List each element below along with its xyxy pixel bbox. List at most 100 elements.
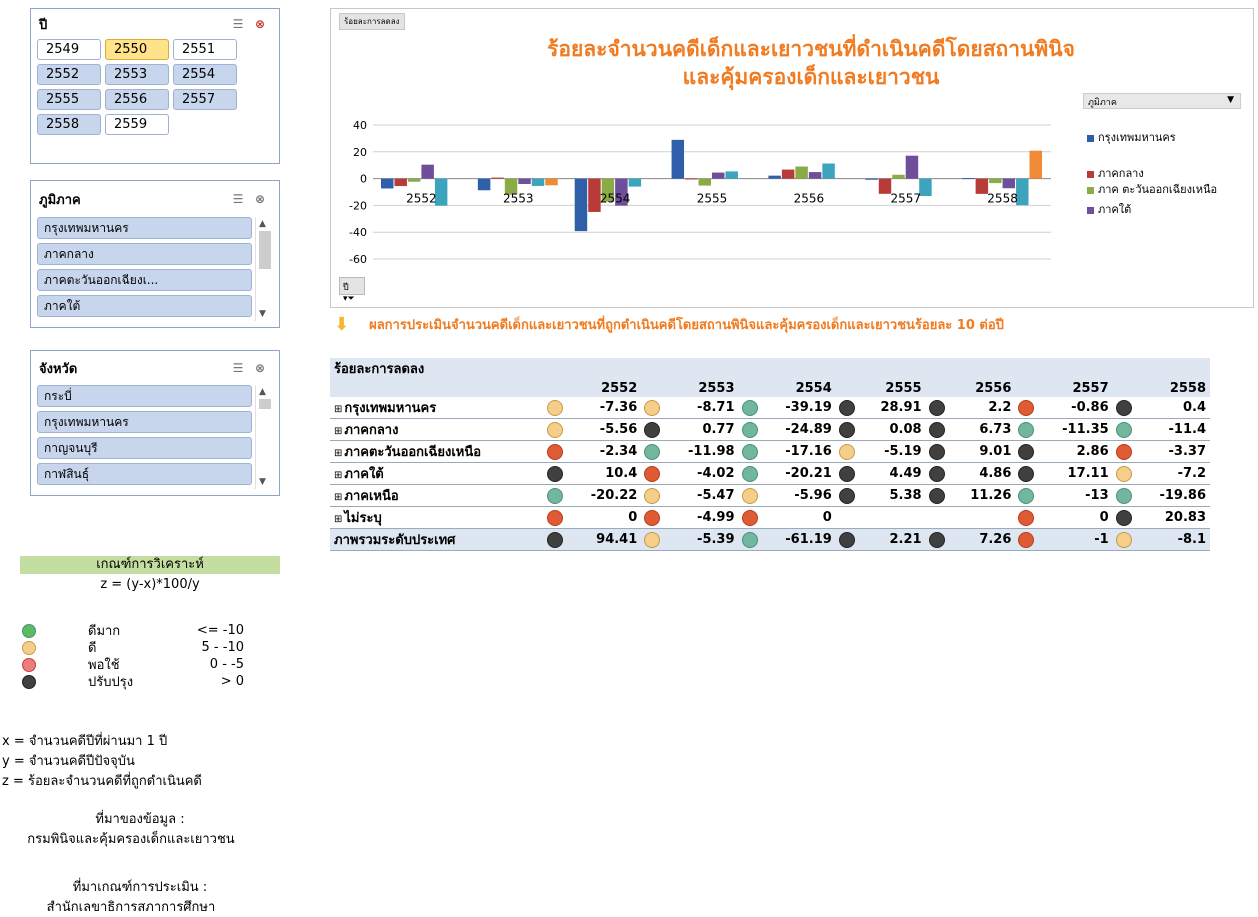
bar-2556-2[interactable] [795, 166, 808, 179]
bar-2558-4[interactable] [1016, 178, 1029, 206]
bar-2558-0[interactable] [962, 178, 975, 180]
bar-2558-3[interactable] [1002, 178, 1016, 189]
expand-icon[interactable]: ⊞ [334, 492, 342, 503]
region-item[interactable]: กรุงเทพมหานคร [37, 217, 252, 239]
cell-value: -11.98 [663, 440, 739, 463]
legend-field-button[interactable]: ภูมิภาค ▼ [1083, 93, 1241, 109]
bar-2555-1[interactable] [685, 178, 698, 180]
bar-2552-4[interactable] [434, 178, 448, 206]
bar-2556-1[interactable] [781, 169, 795, 179]
year-item-2559[interactable]: 2559 [105, 114, 169, 135]
province-scrollbar[interactable]: ▲ ▼ [255, 385, 273, 489]
scroll-thumb[interactable] [259, 231, 271, 269]
bar-2554-1[interactable] [588, 178, 601, 212]
data-source: กรมพินิจและคุ้มครองเด็กและเยาวชน [27, 832, 235, 847]
year-item-2557[interactable]: 2557 [173, 89, 237, 110]
bar-2556-0[interactable] [768, 175, 781, 179]
bar-2555-2[interactable] [698, 178, 711, 186]
bar-2552-2[interactable] [407, 178, 421, 182]
region-item[interactable]: ภาคตะวันออกเฉียงเ... [37, 269, 252, 291]
criteria-source-label: ที่มาเกณฑ์การประเมิน : [72, 880, 208, 895]
cell-value: -0.86 [1037, 397, 1113, 419]
cell-value: 7.26 [947, 528, 1016, 551]
region-item[interactable]: ภาคกลาง [37, 243, 252, 265]
expand-icon[interactable]: ⊞ [334, 470, 342, 481]
multi-select-icon[interactable]: ☰ [227, 361, 249, 375]
expand-icon[interactable]: ⊞ [334, 514, 342, 525]
criteria-source: สำนักเลขาธิการสภาการศึกษา [46, 900, 216, 915]
black-status-icon [838, 465, 855, 482]
scroll-down-icon[interactable]: ▼ [259, 477, 266, 487]
year-item-2552[interactable]: 2552 [37, 64, 101, 85]
bar-2553-4[interactable] [531, 178, 545, 186]
multi-select-icon[interactable]: ☰ [227, 17, 249, 31]
expand-icon[interactable]: ⊞ [334, 426, 342, 437]
year-item-2550[interactable]: 2550 [105, 39, 169, 60]
bar-2557-0[interactable] [865, 178, 878, 180]
bar-2552-3[interactable] [421, 164, 434, 179]
column-header-2556: 2556 [947, 379, 1016, 397]
expand-icon[interactable]: ⊞ [334, 448, 342, 459]
legend-label: กรุงเทพมหานคร [1098, 131, 1176, 144]
scroll-up-icon[interactable]: ▲ [259, 387, 266, 397]
red-status-icon [1018, 509, 1035, 526]
province-item[interactable]: กรุงเทพมหานคร [37, 411, 252, 433]
province-items: กระบี่กรุงเทพมหานครกาญจนบุรีกาฬสินธุ์ [37, 385, 252, 489]
year-item-2553[interactable]: 2553 [105, 64, 169, 85]
year-item-2556[interactable]: 2556 [105, 89, 169, 110]
region-item[interactable]: ภาคใต้ [37, 295, 252, 317]
year-item-2554[interactable]: 2554 [173, 64, 237, 85]
region-slicer: ภูมิภาค ☰ ⊗ กรุงเทพมหานคร ภาคกลาง ภาคตะวัน… [30, 180, 280, 328]
scroll-down-icon[interactable]: ▼ [259, 309, 266, 319]
region-scrollbar[interactable]: ▲ ▼ [255, 217, 273, 321]
clear-filter-icon[interactable]: ⊗ [249, 17, 271, 31]
bar-2553-0[interactable] [477, 178, 491, 191]
year-item-2549[interactable]: 2549 [37, 39, 101, 60]
multi-select-icon[interactable]: ☰ [227, 192, 249, 206]
bar-2557-4[interactable] [919, 178, 932, 197]
black-status-icon [928, 487, 945, 504]
bar-2558-2[interactable] [989, 178, 1002, 184]
province-item[interactable]: กระบี่ [37, 385, 252, 407]
bar-2556-3[interactable] [808, 172, 822, 179]
province-item[interactable]: กาญจนบุรี [37, 437, 252, 459]
scroll-up-icon[interactable]: ▲ [259, 219, 266, 229]
black-status-icon [22, 674, 36, 689]
bar-2557-2[interactable] [892, 174, 905, 179]
year-item-2558[interactable]: 2558 [37, 114, 101, 135]
province-item[interactable]: กาฬสินธุ์ [37, 463, 252, 485]
bar-2558-1[interactable] [975, 178, 989, 194]
bar-2557-1[interactable] [878, 178, 892, 194]
bar-2552-0[interactable] [381, 178, 394, 189]
bar-2555-3[interactable] [712, 172, 725, 179]
row-label: ไม่ระบุ [344, 511, 382, 526]
clear-filter-icon[interactable]: ⊗ [249, 361, 271, 375]
region-items: กรุงเทพมหานครภาคกลางภาคตะวันออกเฉียงเ...… [37, 217, 252, 321]
bar-2553-1[interactable] [491, 177, 504, 179]
legend-item: ภาคใต้ [1083, 203, 1241, 217]
green-status-icon [741, 421, 758, 438]
bar-2556-4[interactable] [822, 163, 835, 179]
bar-2554-0[interactable] [574, 178, 588, 232]
bar-2555-0[interactable] [671, 139, 685, 179]
table-row: ⊞ กรุงเทพมหานคร -7.36 -8.71 -39.19 28.91 2.2 -0… [330, 397, 1210, 419]
green-status-icon [1018, 487, 1035, 504]
year-item-2551[interactable]: 2551 [173, 39, 237, 60]
bar-2552-1[interactable] [394, 178, 407, 187]
green-status-icon [644, 443, 661, 460]
bar-2553-5[interactable] [545, 178, 558, 186]
clear-filter-icon[interactable]: ⊗ [249, 192, 271, 206]
bar-2557-3[interactable] [905, 155, 919, 179]
bar-2554-4[interactable] [628, 178, 642, 187]
dropdown-icon[interactable]: ▼ [1227, 95, 1234, 105]
bar-2555-4[interactable] [725, 171, 738, 179]
bar-2553-3[interactable] [518, 178, 531, 184]
expand-icon[interactable]: ⊞ [334, 404, 342, 415]
pivot-chart[interactable]: ร้อยละการลดลง ร้อยละจำนวนคดีเด็กและเยาวช… [330, 8, 1254, 308]
bar-2558-5[interactable] [1029, 150, 1042, 179]
year-filter-button[interactable]: ปี ▾⏷ [339, 277, 365, 304]
scroll-thumb[interactable] [259, 399, 271, 409]
table-row: ⊞ ภาคกลาง -5.56 0.77 -24.89 0.08 6.73 -11.35 -11… [330, 418, 1210, 441]
cell-value: 2.2 [947, 397, 1016, 419]
year-item-2555[interactable]: 2555 [37, 89, 101, 110]
